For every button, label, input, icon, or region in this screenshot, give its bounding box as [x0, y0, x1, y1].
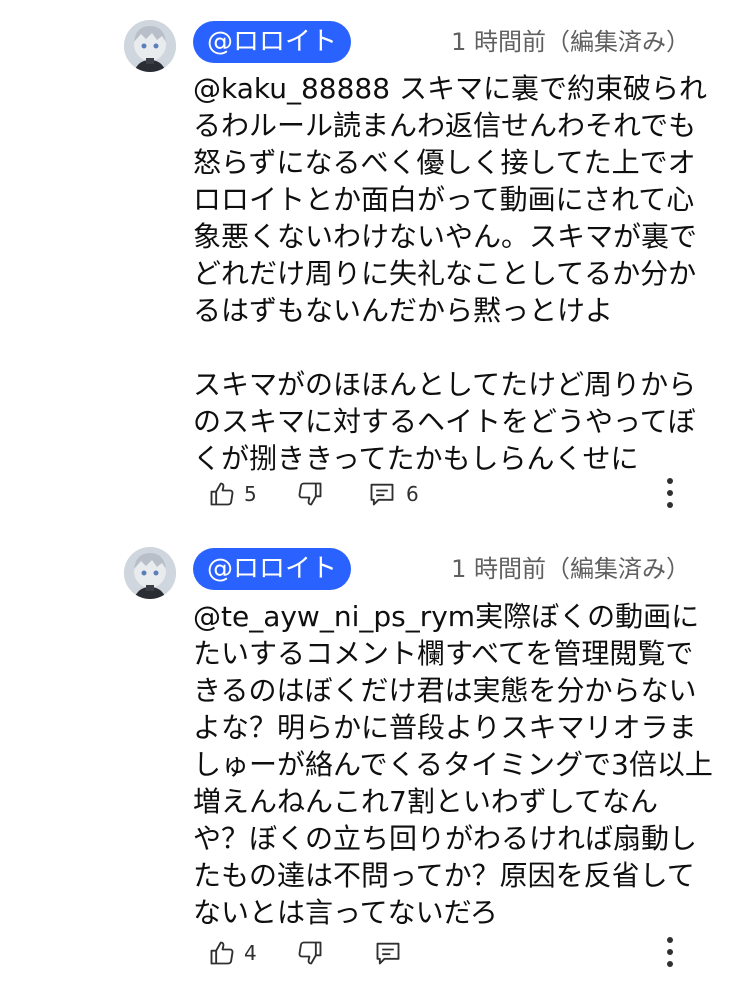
like-button[interactable]: 4	[208, 931, 257, 975]
comment-timestamp: 1 時間前（編集済み）	[451, 28, 690, 56]
thumbs-up-icon	[208, 939, 236, 967]
reply-icon	[368, 480, 396, 508]
avatar[interactable]	[124, 547, 176, 599]
thumbs-down-icon	[296, 480, 324, 508]
more-vert-icon	[660, 937, 680, 979]
comment-text: @te_ayw_ni_ps_rym実際ぼくの動画にたいするコメント欄すべてを管理…	[193, 600, 713, 929]
avatar[interactable]	[124, 20, 176, 72]
thumbs-down-icon	[296, 939, 324, 967]
like-button[interactable]: 5	[208, 472, 257, 516]
reply-icon	[374, 939, 402, 967]
comment-timestamp: 1 時間前（編集済み）	[451, 555, 690, 583]
more-options-button[interactable]	[660, 931, 680, 975]
comment-actions: 4	[0, 931, 750, 975]
thumbs-up-icon	[208, 480, 236, 508]
comment-actions: 5 6	[0, 472, 750, 516]
reply-count: 6	[406, 482, 419, 506]
reply-button[interactable]: 6	[368, 472, 419, 516]
reply-button[interactable]	[374, 931, 410, 975]
author-handle-badge[interactable]: @ロロイト	[193, 21, 352, 63]
dislike-button[interactable]	[296, 931, 324, 975]
dislike-button[interactable]	[296, 472, 324, 516]
author-handle-badge[interactable]: @ロロイト	[193, 548, 352, 590]
comment-text: @kaku_88888 スキマに裏で約束破られるわルール読まんわ返信せんわそれで…	[193, 72, 707, 475]
more-vert-icon	[660, 478, 680, 520]
more-options-button[interactable]	[660, 472, 680, 516]
like-count: 4	[244, 941, 257, 965]
like-count: 5	[244, 482, 257, 506]
